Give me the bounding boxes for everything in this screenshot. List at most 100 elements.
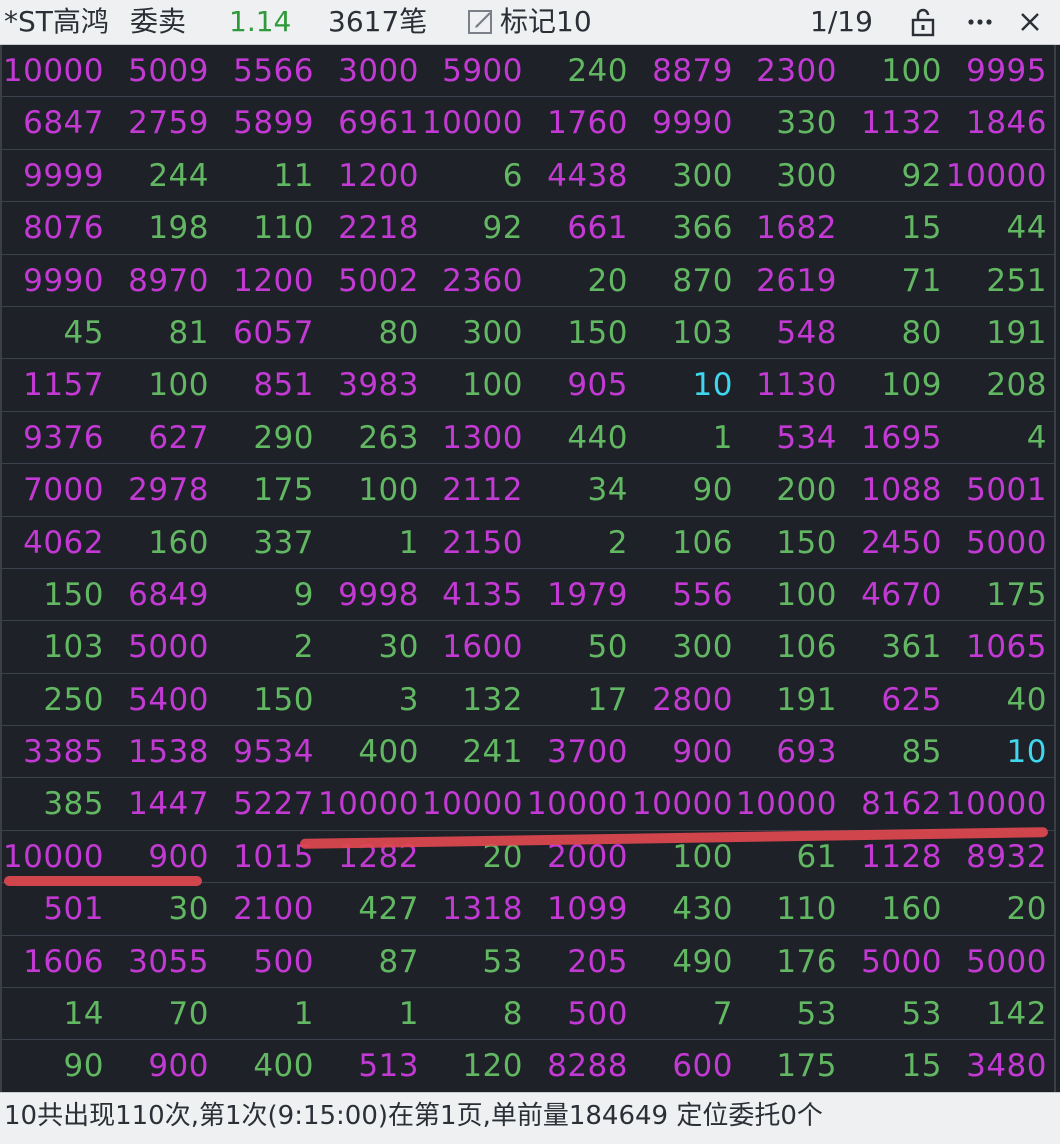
- order-volume-cell[interactable]: 9995: [942, 45, 1047, 97]
- order-volume-cell[interactable]: 10000: [942, 778, 1047, 830]
- order-volume-cell[interactable]: 3700: [523, 726, 628, 778]
- order-volume-cell[interactable]: 200: [732, 464, 837, 516]
- order-volume-cell[interactable]: 263: [314, 412, 419, 464]
- order-volume-cell[interactable]: 5899: [209, 97, 314, 149]
- order-volume-cell[interactable]: 4: [942, 412, 1047, 464]
- order-volume-cell[interactable]: 1065: [942, 621, 1047, 673]
- order-volume-grid[interactable]: 10000 5009 5566 3000 5900 240 8879 2300 100 9995 6…: [0, 45, 1056, 1093]
- order-volume-cell[interactable]: 693: [732, 726, 837, 778]
- order-volume-cell[interactable]: 2150: [418, 517, 523, 569]
- order-volume-cell[interactable]: 251: [942, 255, 1047, 307]
- order-volume-cell[interactable]: 10: [628, 359, 733, 411]
- order-volume-cell[interactable]: 120: [418, 1040, 523, 1092]
- order-volume-cell[interactable]: 2759: [104, 97, 209, 149]
- order-volume-cell[interactable]: 100: [732, 569, 837, 621]
- order-volume-cell[interactable]: 34: [523, 464, 628, 516]
- order-volume-cell[interactable]: 4438: [523, 150, 628, 202]
- order-volume-cell[interactable]: 1300: [418, 412, 523, 464]
- order-volume-cell[interactable]: 5009: [104, 45, 209, 97]
- order-volume-cell[interactable]: 1132: [837, 97, 942, 149]
- order-volume-cell[interactable]: 5227: [209, 778, 314, 830]
- order-volume-cell[interactable]: 1015: [209, 831, 314, 883]
- order-volume-cell[interactable]: 205: [523, 936, 628, 988]
- order-volume-cell[interactable]: 2800: [628, 674, 733, 726]
- order-volume-cell[interactable]: 300: [418, 307, 523, 359]
- order-volume-cell[interactable]: 534: [732, 412, 837, 464]
- order-volume-cell[interactable]: 87: [314, 936, 419, 988]
- order-volume-cell[interactable]: 160: [837, 883, 942, 935]
- order-volume-cell[interactable]: 6: [418, 150, 523, 202]
- order-volume-cell[interactable]: 241: [418, 726, 523, 778]
- order-volume-cell[interactable]: 5002: [314, 255, 419, 307]
- order-volume-cell[interactable]: 400: [314, 726, 419, 778]
- order-volume-cell[interactable]: 10000: [418, 778, 523, 830]
- order-volume-cell[interactable]: 100: [418, 359, 523, 411]
- order-volume-cell[interactable]: 500: [523, 988, 628, 1040]
- order-volume-cell[interactable]: 53: [732, 988, 837, 1040]
- order-volume-cell[interactable]: 8879: [628, 45, 733, 97]
- order-volume-cell[interactable]: 366: [628, 202, 733, 254]
- order-volume-cell[interactable]: 110: [209, 202, 314, 254]
- order-volume-cell[interactable]: 198: [104, 202, 209, 254]
- order-volume-cell[interactable]: 1538: [104, 726, 209, 778]
- order-volume-cell[interactable]: 100: [314, 464, 419, 516]
- order-volume-cell[interactable]: 1200: [209, 255, 314, 307]
- order-volume-cell[interactable]: 3055: [104, 936, 209, 988]
- order-volume-cell[interactable]: 90: [628, 464, 733, 516]
- order-volume-cell[interactable]: 548: [732, 307, 837, 359]
- order-volume-cell[interactable]: 4670: [837, 569, 942, 621]
- order-volume-cell[interactable]: 385: [0, 778, 104, 830]
- order-volume-cell[interactable]: 92: [837, 150, 942, 202]
- order-volume-cell[interactable]: 870: [628, 255, 733, 307]
- order-volume-cell[interactable]: 175: [209, 464, 314, 516]
- order-volume-cell[interactable]: 330: [732, 97, 837, 149]
- order-volume-cell[interactable]: 1088: [837, 464, 942, 516]
- order-volume-cell[interactable]: 5000: [104, 621, 209, 673]
- order-volume-cell[interactable]: 53: [837, 988, 942, 1040]
- order-volume-cell[interactable]: 3385: [0, 726, 104, 778]
- order-volume-cell[interactable]: 175: [732, 1040, 837, 1092]
- order-volume-cell[interactable]: 7: [628, 988, 733, 1040]
- order-volume-cell[interactable]: 30: [314, 621, 419, 673]
- order-volume-cell[interactable]: 300: [628, 621, 733, 673]
- order-volume-cell[interactable]: 150: [0, 569, 104, 621]
- order-volume-cell[interactable]: 9990: [628, 97, 733, 149]
- more-icon[interactable]: [962, 4, 998, 40]
- order-volume-cell[interactable]: 556: [628, 569, 733, 621]
- order-volume-cell[interactable]: 1606: [0, 936, 104, 988]
- order-volume-cell[interactable]: 70: [104, 988, 209, 1040]
- order-volume-cell[interactable]: 81: [104, 307, 209, 359]
- order-volume-cell[interactable]: 500: [209, 936, 314, 988]
- order-volume-cell[interactable]: 9: [209, 569, 314, 621]
- order-volume-cell[interactable]: 300: [732, 150, 837, 202]
- order-volume-cell[interactable]: 110: [732, 883, 837, 935]
- order-volume-cell[interactable]: 100: [837, 45, 942, 97]
- order-volume-cell[interactable]: 175: [942, 569, 1047, 621]
- order-volume-cell[interactable]: 44: [942, 202, 1047, 254]
- order-volume-cell[interactable]: 300: [628, 150, 733, 202]
- order-volume-cell[interactable]: 208: [942, 359, 1047, 411]
- order-volume-cell[interactable]: 2360: [418, 255, 523, 307]
- order-volume-cell[interactable]: 6847: [0, 97, 104, 149]
- order-volume-cell[interactable]: 600: [628, 1040, 733, 1092]
- order-volume-cell[interactable]: 430: [628, 883, 733, 935]
- order-volume-cell[interactable]: 150: [523, 307, 628, 359]
- order-volume-cell[interactable]: 1695: [837, 412, 942, 464]
- order-volume-cell[interactable]: 2450: [837, 517, 942, 569]
- order-volume-cell[interactable]: 1682: [732, 202, 837, 254]
- order-volume-cell[interactable]: 2978: [104, 464, 209, 516]
- order-volume-cell[interactable]: 905: [523, 359, 628, 411]
- order-volume-cell[interactable]: 8076: [0, 202, 104, 254]
- order-volume-cell[interactable]: 109: [837, 359, 942, 411]
- order-volume-cell[interactable]: 627: [104, 412, 209, 464]
- order-volume-cell[interactable]: 10000: [628, 778, 733, 830]
- order-volume-cell[interactable]: 2619: [732, 255, 837, 307]
- order-volume-cell[interactable]: 6057: [209, 307, 314, 359]
- order-volume-cell[interactable]: 5000: [837, 936, 942, 988]
- order-volume-cell[interactable]: 8288: [523, 1040, 628, 1092]
- order-volume-cell[interactable]: 191: [942, 307, 1047, 359]
- order-volume-cell[interactable]: 50: [523, 621, 628, 673]
- order-volume-cell[interactable]: 160: [104, 517, 209, 569]
- order-volume-cell[interactable]: 40: [942, 674, 1047, 726]
- order-volume-cell[interactable]: 106: [732, 621, 837, 673]
